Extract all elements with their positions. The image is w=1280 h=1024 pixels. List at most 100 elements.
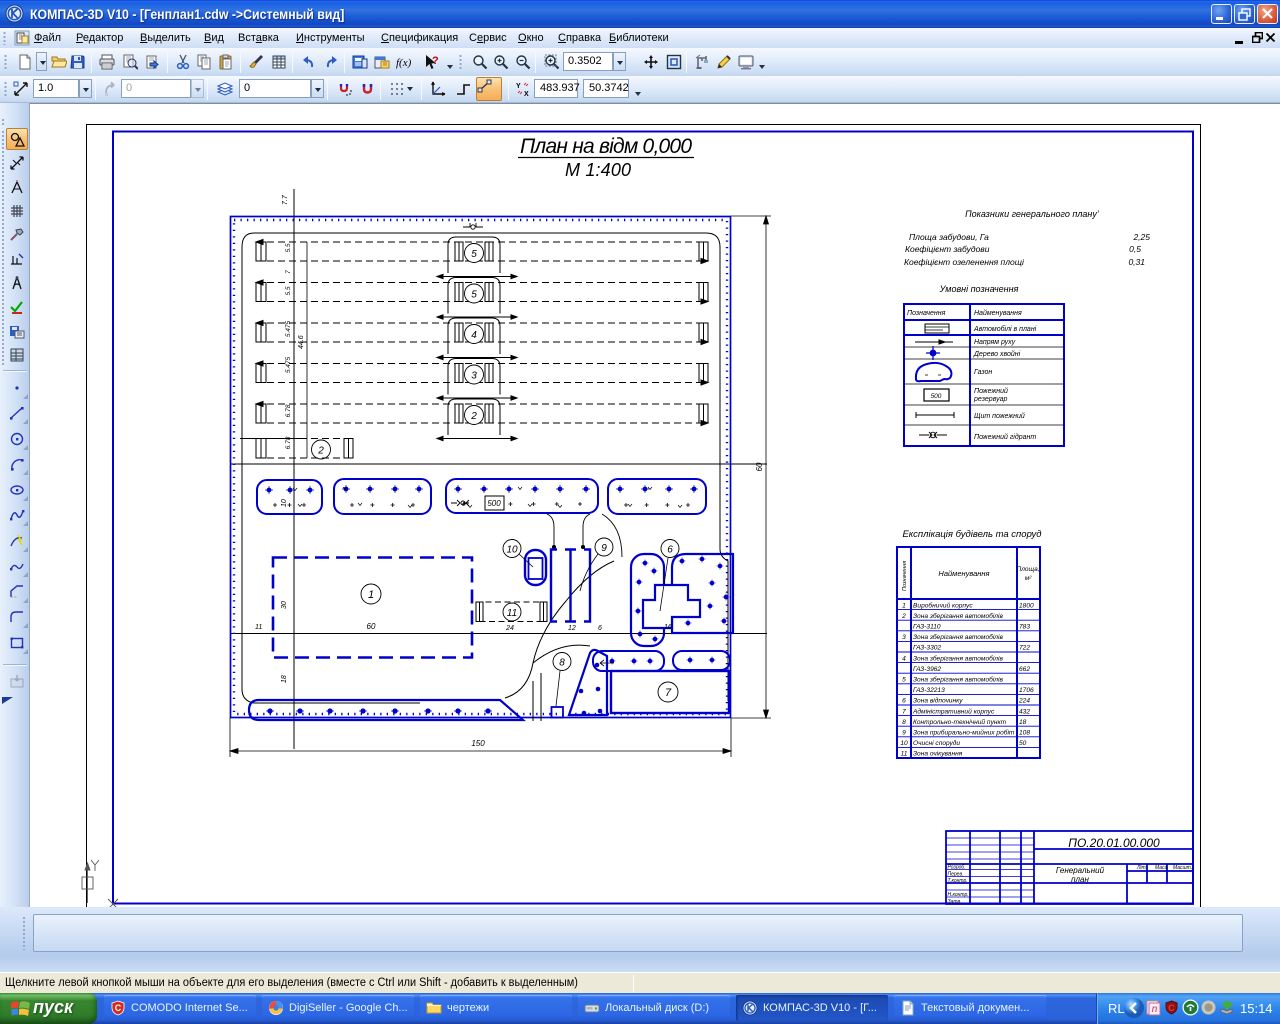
svg-text:1706: 1706 <box>1019 687 1034 694</box>
svg-text:Автомобілі в плані: Автомобілі в плані <box>973 325 1037 333</box>
svg-text:ГАЗ-3962: ГАЗ-3962 <box>913 666 941 673</box>
svg-text:Коефіцієнт забудови: Коефіцієнт забудови <box>905 244 990 254</box>
svg-text:432: 432 <box>1019 708 1030 715</box>
svg-text:8: 8 <box>902 719 906 726</box>
svg-text:C: C <box>115 1003 122 1013</box>
svg-text:12: 12 <box>568 625 576 632</box>
svg-text:Площа забудови, Га: Площа забудови, Га <box>909 232 989 242</box>
svg-text:ГАЗ-3302: ГАЗ-3302 <box>913 645 941 652</box>
svg-text:Маса: Маса <box>1155 865 1168 871</box>
svg-text:108: 108 <box>1019 730 1030 737</box>
svg-text:18: 18 <box>281 675 288 683</box>
svg-text:4: 4 <box>902 655 906 662</box>
svg-text:6.78: 6.78 <box>285 436 292 449</box>
svg-text:2,25: 2,25 <box>1132 232 1150 242</box>
svg-text:Літ.: Літ. <box>1136 865 1147 871</box>
svg-text:Дерево хвойні: Дерево хвойні <box>973 350 1021 358</box>
svg-text:224: 224 <box>1018 698 1030 705</box>
svg-text:Позначення: Позначення <box>907 310 946 317</box>
svg-text:150: 150 <box>471 739 485 748</box>
svg-text:Пожежний: Пожежний <box>974 387 1008 395</box>
svg-text:6: 6 <box>667 545 673 556</box>
svg-text:7: 7 <box>902 708 906 715</box>
svg-text:11: 11 <box>507 608 517 619</box>
svg-text:2: 2 <box>317 446 324 457</box>
svg-text:Зона прибирально-мийних робіт: Зона прибирально-мийних робіт <box>913 729 1015 737</box>
svg-text:Зона зберігання автомобілів: Зона зберігання автомобілів <box>913 654 1003 662</box>
svg-text:4: 4 <box>471 330 477 341</box>
svg-text:11: 11 <box>901 751 908 758</box>
svg-text:5.5: 5.5 <box>285 286 292 295</box>
svg-text:Експлікація будівель та споруд: Експлікація будівель та споруд <box>902 529 1041 540</box>
svg-text:X: X <box>524 91 529 97</box>
svg-text:5: 5 <box>471 249 477 260</box>
svg-text:44.6: 44.6 <box>298 335 305 349</box>
svg-text:Генеральний: Генеральний <box>1056 866 1105 875</box>
svg-text:Розроб.: Розроб. <box>948 865 966 871</box>
svg-text:11: 11 <box>255 624 262 631</box>
svg-text:Зона очікування: Зона очікування <box>913 750 963 758</box>
svg-text:5.5: 5.5 <box>285 243 292 252</box>
svg-text:Позначення: Позначення <box>902 561 908 591</box>
svg-text:722: 722 <box>1019 645 1030 652</box>
svg-text:Газон: Газон <box>974 369 992 376</box>
svg-text:план: план <box>1071 875 1089 884</box>
svg-text:Найменування: Найменування <box>974 309 1022 317</box>
svg-text:5.475: 5.475 <box>285 356 292 373</box>
svg-text:ПО.20.01.00.000: ПО.20.01.00.000 <box>1068 836 1160 850</box>
svg-text:500: 500 <box>931 393 942 400</box>
svg-text:5: 5 <box>471 290 477 301</box>
svg-text:783: 783 <box>1019 624 1030 631</box>
svg-text:0,31: 0,31 <box>1128 257 1145 267</box>
svg-text:500: 500 <box>487 499 501 508</box>
svg-text:2: 2 <box>901 613 906 620</box>
svg-text:7.7: 7.7 <box>282 194 289 205</box>
svg-text:Адміністративний корпус: Адміністративний корпус <box>912 707 995 715</box>
svg-text:10: 10 <box>281 499 288 507</box>
svg-text:8: 8 <box>559 658 565 669</box>
svg-text:10: 10 <box>900 740 908 747</box>
svg-text:Y: Y <box>516 83 521 90</box>
svg-text:Затв.: Затв. <box>948 899 962 905</box>
svg-text:24: 24 <box>505 625 514 632</box>
svg-text:5.475: 5.475 <box>285 320 292 337</box>
svg-text:Очисні споруди: Очисні споруди <box>913 739 960 747</box>
svg-text:1: 1 <box>902 602 906 609</box>
svg-text:Т.контр.: Т.контр. <box>948 878 968 884</box>
svg-text:Умовні позначення: Умовні позначення <box>939 284 1019 294</box>
svg-text:м²: м² <box>1025 575 1032 582</box>
svg-text:Зона зберігання автомобілів: Зона зберігання автомобілів <box>913 633 1003 641</box>
svg-text:Контрольно-технічний пункт: Контрольно-технічний пункт <box>913 718 1007 726</box>
svg-text:1800: 1800 <box>1019 602 1034 609</box>
svg-text:C: C <box>1168 1003 1175 1013</box>
svg-text:60: 60 <box>755 462 764 471</box>
svg-text:1: 1 <box>368 589 374 601</box>
svg-text:Напрям руху: Напрям руху <box>974 339 1016 346</box>
svg-text:Пожежний гідрант: Пожежний гідрант <box>974 433 1036 441</box>
svg-text:10: 10 <box>506 545 518 556</box>
svg-text:7: 7 <box>285 270 292 274</box>
svg-text:3: 3 <box>471 371 477 382</box>
svg-text:16: 16 <box>664 624 672 631</box>
svg-text:Виробничий корпус: Виробничий корпус <box>913 601 973 609</box>
svg-text:n: n <box>1152 1004 1158 1015</box>
svg-text:Перев.: Перев. <box>948 872 964 878</box>
svg-text:План на відм 0,000: План на відм 0,000 <box>520 135 692 158</box>
svg-text:f(x): f(x) <box>396 57 411 69</box>
svg-text:Н.контр.: Н.контр. <box>948 892 969 898</box>
svg-text:Щит пожежний: Щит пожежний <box>974 412 1025 420</box>
svg-text:Показники генерального плану’: Показники генерального плану’ <box>965 209 1100 219</box>
svg-text:6: 6 <box>902 698 906 705</box>
svg-text:резервуар: резервуар <box>973 396 1007 403</box>
svg-text:Зона відпочинку: Зона відпочинку <box>913 697 963 705</box>
svg-text:Зона зберігання автомобілів: Зона зберігання автомобілів <box>913 612 1003 620</box>
svg-text:М 1:400: М 1:400 <box>565 160 631 180</box>
svg-text:0,5: 0,5 <box>1129 244 1141 254</box>
svg-text:30: 30 <box>281 601 288 609</box>
svg-text:9: 9 <box>601 543 607 554</box>
svg-text:6: 6 <box>598 625 602 632</box>
svg-text:662: 662 <box>1019 666 1030 673</box>
svg-text:Найменування: Найменування <box>938 569 989 578</box>
svg-text:7: 7 <box>665 687 672 699</box>
svg-text:ГАЗ-32213: ГАЗ-32213 <box>913 687 945 694</box>
